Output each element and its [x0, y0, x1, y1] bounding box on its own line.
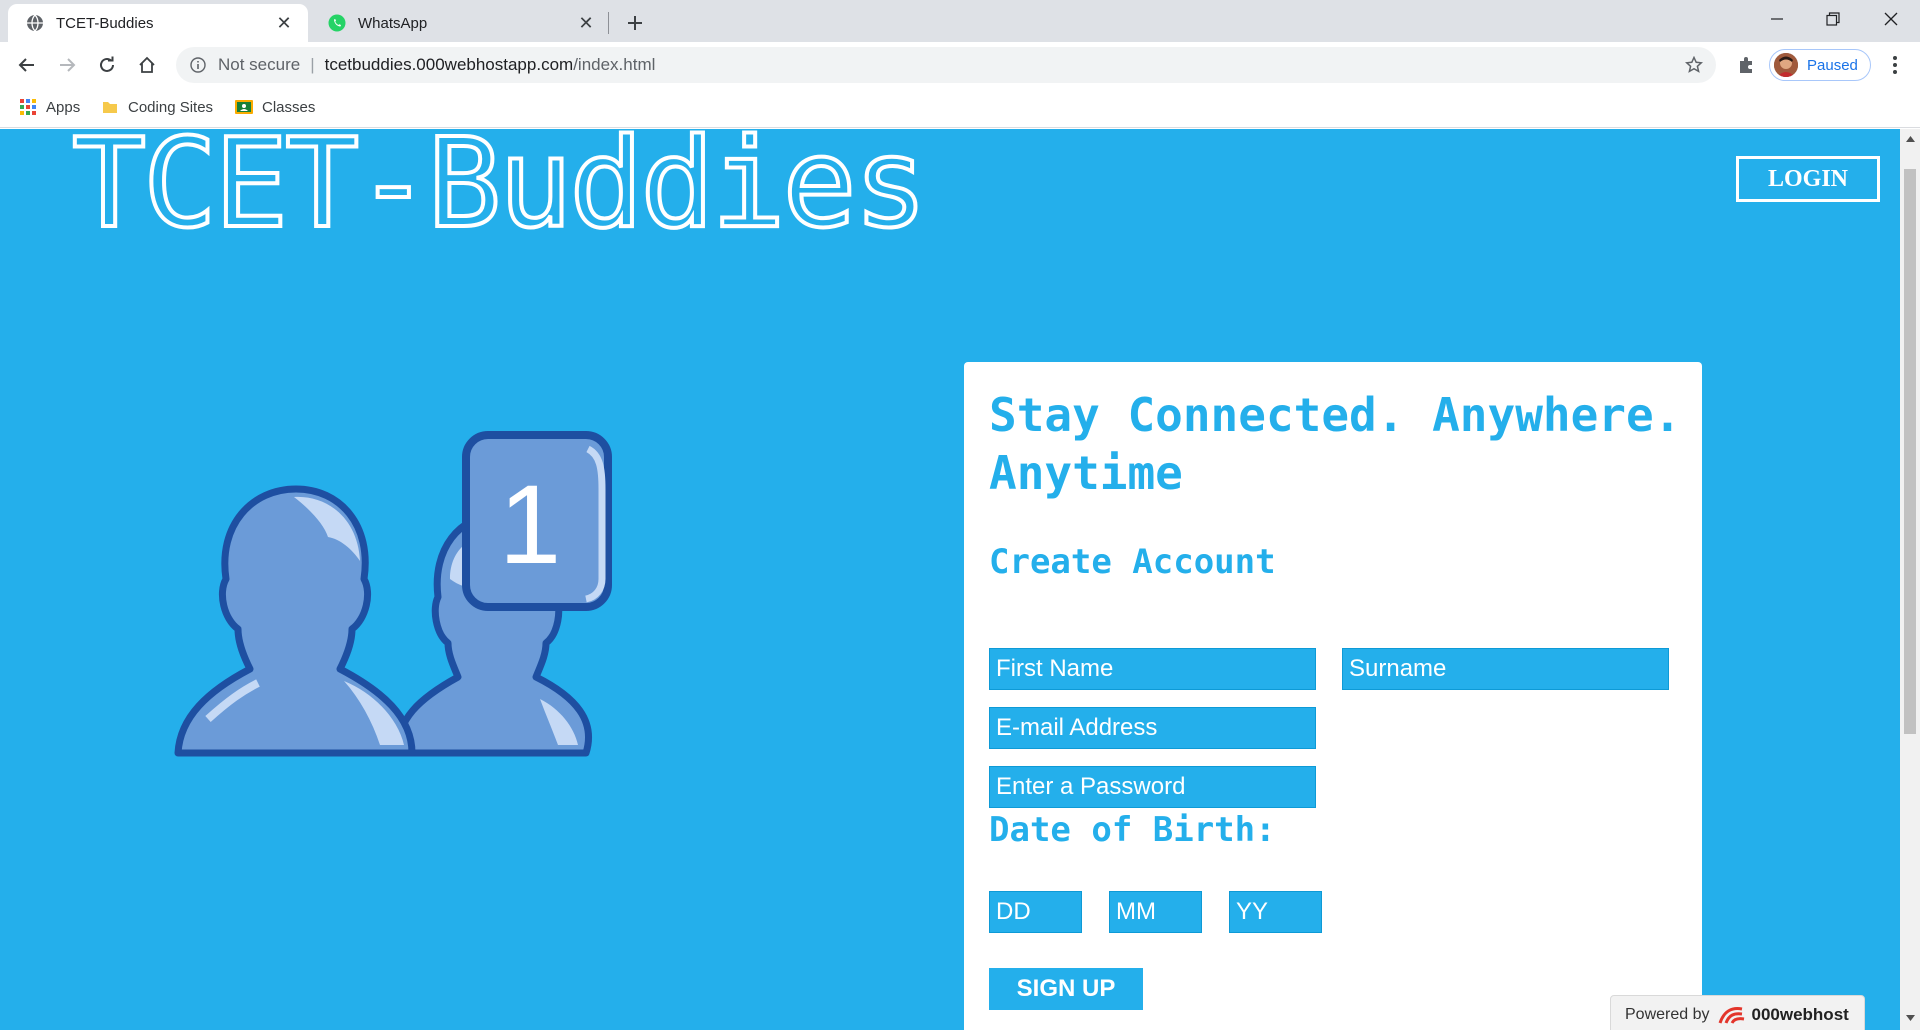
- extensions-button[interactable]: [1732, 50, 1762, 80]
- password-field[interactable]: Enter a Password: [989, 766, 1316, 808]
- tab-title: TCET-Buddies: [56, 14, 154, 32]
- back-button[interactable]: [10, 48, 44, 82]
- close-window-button[interactable]: [1862, 0, 1920, 38]
- folder-icon: [101, 98, 119, 116]
- dob-day-field[interactable]: DD: [989, 891, 1082, 933]
- tagline: Stay Connected. Anywhere. Anytime: [989, 388, 1682, 500]
- restore-button[interactable]: [1804, 0, 1862, 38]
- avatar: [1774, 53, 1798, 77]
- address-separator: |: [310, 55, 315, 74]
- person-silhouette-front: [174, 485, 416, 757]
- scroll-down-arrow-icon[interactable]: [1900, 1010, 1920, 1026]
- profile-status: Paused: [1807, 56, 1858, 74]
- surname-field[interactable]: Surname: [1342, 648, 1669, 690]
- info-icon[interactable]: [188, 55, 208, 75]
- site-title: TCET-Buddies: [70, 129, 930, 256]
- bookmark-label: Coding Sites: [128, 98, 214, 116]
- close-tab-icon[interactable]: ✕: [272, 11, 296, 35]
- close-tab-icon[interactable]: ✕: [574, 11, 598, 35]
- profile-button[interactable]: Paused: [1769, 49, 1871, 81]
- login-button[interactable]: LOGIN: [1736, 156, 1880, 202]
- minimize-icon: [1771, 18, 1783, 20]
- badge-number: 1: [499, 462, 561, 587]
- bookmark-coding-sites[interactable]: Coding Sites: [101, 88, 213, 126]
- arrow-right-icon: [60, 58, 76, 72]
- whatsapp-icon: [328, 14, 346, 32]
- home-icon: [139, 56, 155, 73]
- scrollbar-thumb[interactable]: [1904, 169, 1916, 734]
- create-account-heading: Create Account: [989, 542, 1276, 582]
- apps-grid-icon: [19, 98, 37, 116]
- arrow-left-icon: [18, 58, 34, 72]
- page-scrollbar[interactable]: [1900, 129, 1920, 1030]
- webhost-logo-icon: [1718, 1007, 1744, 1024]
- powered-by-badge[interactable]: Powered by 000webhost: [1610, 995, 1865, 1030]
- browser-toolbar: Not secure | tcetbuddies.000webhostapp.c…: [0, 42, 1920, 88]
- first-name-field[interactable]: First Name: [989, 648, 1316, 690]
- puzzle-icon: [1740, 57, 1752, 73]
- minimize-button[interactable]: [1748, 0, 1806, 38]
- sign-up-button[interactable]: SIGN UP: [989, 968, 1143, 1010]
- bookmark-label: Classes: [262, 98, 316, 116]
- security-label: Not secure: [218, 55, 301, 74]
- google-classroom-icon: [235, 98, 253, 116]
- tab-title: WhatsApp: [358, 14, 428, 32]
- close-icon: [1884, 12, 1898, 26]
- dob-year-field[interactable]: YY: [1229, 891, 1322, 933]
- tab-whatsapp[interactable]: WhatsApp ✕: [310, 4, 610, 42]
- tab-separator: [608, 12, 609, 34]
- new-tab-button[interactable]: [620, 8, 650, 38]
- notification-badge: 1: [462, 431, 612, 611]
- dob-month-field[interactable]: MM: [1109, 891, 1202, 933]
- webhost-brand: 000webhost: [1751, 1005, 1849, 1024]
- browser-tab-strip: TCET-Buddies ✕ WhatsApp ✕: [0, 0, 1920, 42]
- plus-icon: [628, 16, 642, 30]
- url-host: tcetbuddies.000webhostapp.com: [324, 55, 574, 74]
- bookmarks-bar: Apps Coding Sites Classes: [0, 88, 1920, 128]
- bookmark-star-icon[interactable]: [1682, 53, 1706, 77]
- bookmark-label: Apps: [46, 98, 81, 116]
- address-bar[interactable]: Not secure | tcetbuddies.000webhostapp.c…: [176, 47, 1716, 83]
- powered-by-text: Powered by: [1625, 1006, 1710, 1023]
- signup-card: Stay Connected. Anywhere. Anytime Create…: [964, 362, 1702, 1030]
- friends-notification-icon: 1: [174, 431, 612, 757]
- more-vertical-icon: [1893, 56, 1897, 74]
- home-button[interactable]: [130, 48, 164, 82]
- url-path: /index.html: [573, 55, 656, 74]
- globe-icon: [26, 14, 44, 32]
- email-field[interactable]: E-mail Address: [989, 707, 1316, 749]
- bookmark-classes[interactable]: Classes: [235, 88, 315, 126]
- browser-menu-button[interactable]: [1880, 50, 1910, 80]
- forward-button[interactable]: [50, 48, 84, 82]
- reload-icon: [100, 56, 114, 72]
- tab-tcet-buddies[interactable]: TCET-Buddies ✕: [8, 4, 308, 42]
- page-viewport: TCET-Buddies LOGIN 1 Stay Connected. Any…: [0, 129, 1900, 1030]
- bookmark-apps[interactable]: Apps: [19, 88, 80, 126]
- reload-button[interactable]: [90, 48, 124, 82]
- restore-icon: [1826, 12, 1840, 26]
- scroll-up-arrow-icon[interactable]: [1900, 131, 1920, 147]
- date-of-birth-label: Date of Birth:: [989, 810, 1276, 850]
